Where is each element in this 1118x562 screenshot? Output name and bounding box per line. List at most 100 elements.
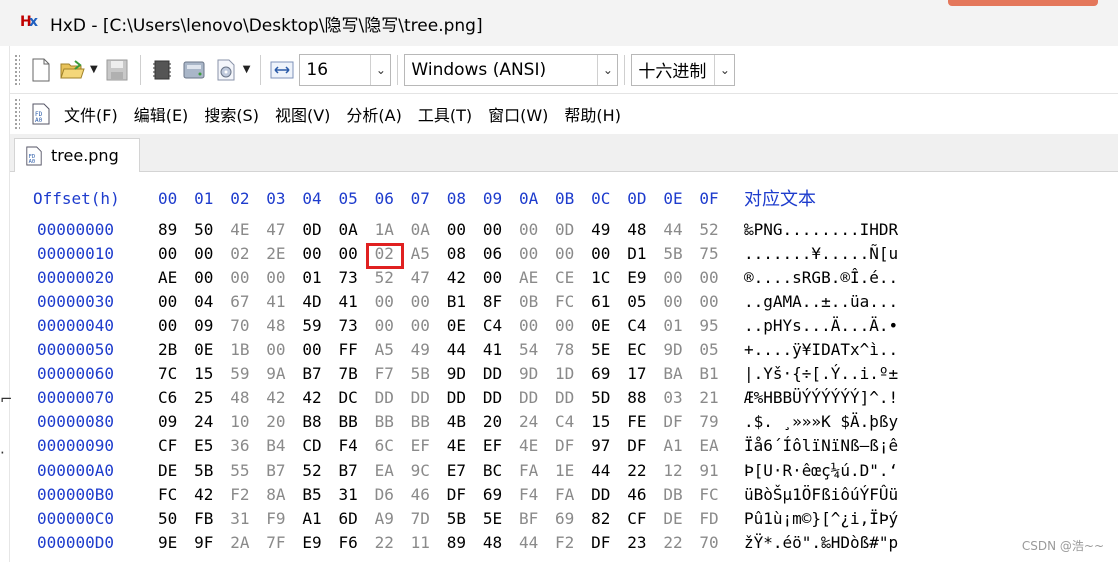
hex-byte[interactable]: 12 [663,461,699,480]
hex-byte[interactable]: 22 [375,533,411,552]
hex-byte[interactable]: 59 [230,364,266,383]
hex-byte[interactable]: A5 [375,340,411,359]
row-text[interactable]: Æ%HBBÜÝÝÝÝÝÝ]^.! [744,388,898,407]
hex-byte[interactable]: 41 [266,292,302,311]
hex-byte[interactable]: B5 [302,485,338,504]
hex-byte[interactable]: C4 [555,412,591,431]
hex-byte[interactable]: 09 [194,316,230,335]
hex-byte[interactable]: 24 [194,412,230,431]
hex-byte[interactable]: 0A [338,220,374,239]
hex-byte[interactable]: AE [158,268,194,287]
hex-byte[interactable]: 48 [230,388,266,407]
hex-byte[interactable]: F9 [266,509,302,528]
hex-byte[interactable]: CE [555,268,591,287]
hex-byte[interactable]: 04 [194,292,230,311]
row-text[interactable]: žŸ*.éö".‰HDòß#"p [744,533,898,552]
hex-byte[interactable]: 00 [699,268,735,287]
hex-byte[interactable]: 5D [591,388,627,407]
hex-byte[interactable]: 52 [302,461,338,480]
hex-byte[interactable]: DD [411,388,447,407]
hex-byte[interactable]: FC [555,292,591,311]
hex-byte[interactable]: 82 [591,509,627,528]
hex-byte[interactable]: 22 [663,533,699,552]
hex-byte[interactable]: 31 [338,485,374,504]
hex-byte[interactable]: DF [447,485,483,504]
hex-byte[interactable]: 5B [411,364,447,383]
open-folder-icon[interactable] [58,55,88,85]
row-text[interactable]: Þ[U·R·êœç¼ú.D".‘ [744,461,898,480]
hex-byte[interactable]: 00 [447,220,483,239]
row-text[interactable]: Pû1ù¡m©}[^¿i‚ÏÞý [744,509,898,528]
menu-edit[interactable]: 编辑(E) [134,102,189,126]
hex-byte[interactable]: 15 [591,412,627,431]
hex-byte[interactable]: 5E [591,340,627,359]
hex-byte[interactable]: DD [591,485,627,504]
hex-byte[interactable]: DD [447,388,483,407]
hex-byte[interactable]: 1D [555,364,591,383]
hex-byte[interactable]: 00 [158,316,194,335]
hex-byte[interactable]: DC [338,388,374,407]
hex-byte[interactable]: 44 [591,461,627,480]
hex-byte[interactable]: 49 [591,220,627,239]
hex-byte[interactable]: 44 [663,220,699,239]
hex-byte[interactable]: E9 [627,268,663,287]
hex-byte[interactable]: 9E [158,533,194,552]
hex-byte[interactable]: 41 [483,340,519,359]
hex-byte[interactable]: DD [555,388,591,407]
hex-byte[interactable]: 00 [519,316,555,335]
hex-byte[interactable]: 73 [338,268,374,287]
hex-byte[interactable]: DD [483,388,519,407]
hex-byte[interactable]: 69 [591,364,627,383]
hex-byte[interactable]: 15 [194,364,230,383]
hex-byte[interactable]: FC [158,485,194,504]
hex-byte[interactable]: 52 [375,268,411,287]
hex-byte[interactable]: 00 [411,316,447,335]
hex-byte[interactable]: A1 [663,436,699,455]
hex-byte[interactable]: 0B [519,292,555,311]
row-text[interactable]: +....ÿ¥IDATx^ì.. [744,340,898,359]
hex-byte[interactable]: 00 [230,268,266,287]
hex-byte[interactable]: 46 [627,485,663,504]
open-dropdown-icon[interactable]: ▼ [90,64,98,75]
hex-byte[interactable]: 44 [447,340,483,359]
hex-byte[interactable]: 0E [447,316,483,335]
hex-byte[interactable]: 6D [338,509,374,528]
menu-file[interactable]: 文件(F) [64,102,118,126]
hex-byte[interactable]: 89 [447,533,483,552]
hex-byte[interactable]: 1A [375,220,411,239]
hex-byte[interactable]: FA [519,461,555,480]
hex-byte[interactable]: 5B [194,461,230,480]
menu-analysis[interactable]: 分析(A) [346,102,401,126]
hex-byte[interactable]: 9D [447,364,483,383]
hex-byte[interactable]: 31 [230,509,266,528]
hex-byte[interactable]: 9D [663,340,699,359]
hex-byte[interactable]: 7D [411,509,447,528]
hex-byte[interactable]: 73 [338,316,374,335]
hex-byte[interactable]: B7 [338,461,374,480]
hex-byte[interactable]: F7 [375,364,411,383]
hex-byte[interactable]: 2E [266,244,302,263]
hex-byte[interactable]: 48 [627,220,663,239]
menubar-grip[interactable] [14,98,20,130]
hex-byte[interactable]: 4E [519,436,555,455]
hex-byte[interactable]: EC [627,340,663,359]
hex-byte[interactable]: BC [483,461,519,480]
hex-byte[interactable]: 00 [555,244,591,263]
hex-byte[interactable]: 8F [483,292,519,311]
hex-byte[interactable]: 00 [483,268,519,287]
hex-byte[interactable]: 47 [411,268,447,287]
hex-byte[interactable]: 5E [483,509,519,528]
hex-byte[interactable]: 0E [591,316,627,335]
hex-byte[interactable]: 79 [699,412,735,431]
hex-byte[interactable]: C4 [627,316,663,335]
hex-byte[interactable]: 50 [194,220,230,239]
hex-byte[interactable]: 25 [194,388,230,407]
hex-byte[interactable]: CD [302,436,338,455]
hex-byte[interactable]: BB [375,412,411,431]
row-text[interactable]: |.Yš·{÷[.Ý..i.º± [744,364,898,383]
hex-byte[interactable]: DB [663,485,699,504]
hex-byte[interactable]: 47 [266,220,302,239]
hex-byte[interactable]: 0D [302,220,338,239]
hex-byte[interactable]: 75 [699,244,735,263]
hex-byte[interactable]: 44 [519,533,555,552]
